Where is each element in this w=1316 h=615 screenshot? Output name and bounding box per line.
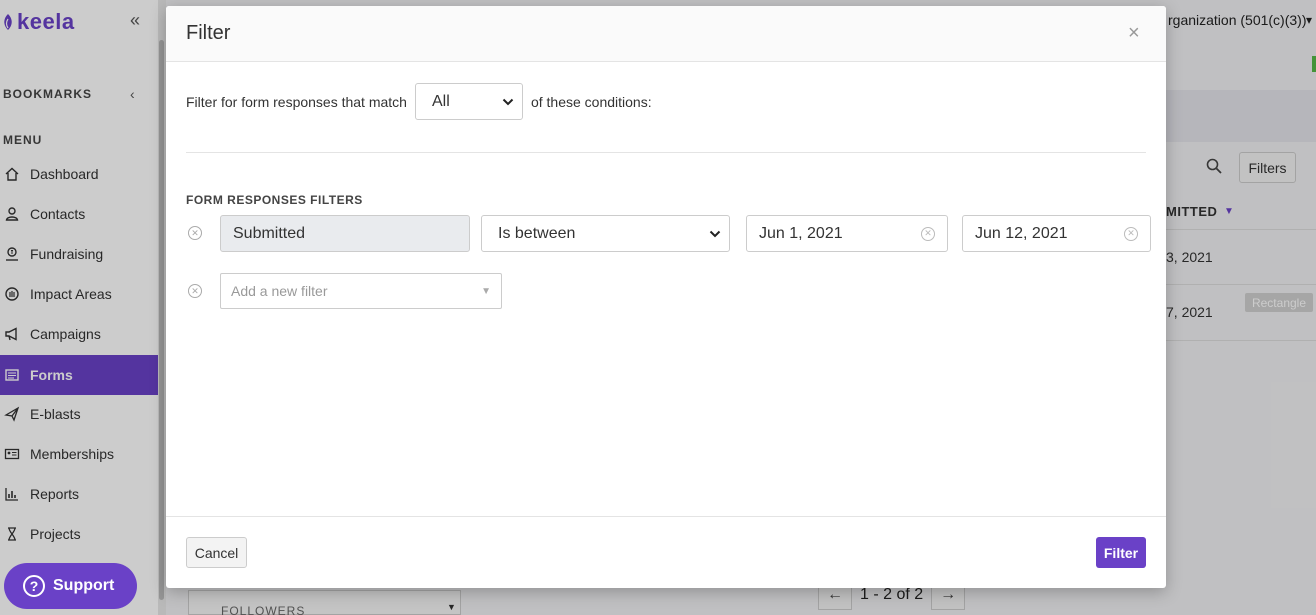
end-date-input[interactable]: Jun 12, 2021 ✕	[962, 215, 1151, 252]
filter-field-value: Submitted	[233, 224, 306, 242]
match-type-value: All	[431, 92, 450, 110]
caret-down-icon: ▼	[481, 285, 491, 297]
start-date-value: Jun 1, 2021	[759, 224, 843, 242]
modal-header	[166, 6, 1166, 62]
question-icon: ?	[23, 575, 45, 597]
chevron-down-icon	[709, 230, 721, 238]
support-button[interactable]: ? Support	[4, 563, 137, 609]
filter-field-select: Submitted	[220, 215, 470, 252]
modal-footer	[166, 516, 1166, 588]
add-filter-placeholder: Add a new filter	[231, 283, 328, 299]
remove-filter-icon[interactable]: ✕	[188, 226, 202, 240]
section-heading: FORM RESPONSES FILTERS	[186, 193, 363, 207]
divider	[186, 152, 1146, 153]
match-prefix-text: Filter for form responses that match	[186, 93, 407, 110]
end-date-value: Jun 12, 2021	[975, 224, 1068, 242]
add-filter-select[interactable]: Add a new filter ▼	[220, 273, 502, 309]
filter-operator-value: Is between	[498, 224, 576, 242]
start-date-input[interactable]: Jun 1, 2021 ✕	[746, 215, 948, 252]
close-icon[interactable]: ×	[1128, 22, 1140, 45]
remove-filter-icon[interactable]: ✕	[188, 284, 202, 298]
clear-icon[interactable]: ✕	[921, 226, 935, 241]
cancel-button[interactable]: Cancel	[186, 537, 247, 568]
clear-icon[interactable]: ✕	[1124, 226, 1138, 241]
filter-modal: Filter × Filter for form responses that …	[166, 6, 1166, 588]
chevron-down-icon	[502, 98, 514, 105]
match-condition-row: Filter for form responses that match All…	[186, 83, 652, 120]
support-label: Support	[53, 577, 115, 594]
match-suffix-text: of these conditions:	[530, 93, 652, 110]
modal-title: Filter	[186, 22, 231, 44]
apply-filter-button[interactable]: Filter	[1096, 537, 1146, 568]
match-type-select[interactable]: All	[414, 83, 523, 120]
filter-operator-select[interactable]: Is between	[481, 215, 730, 252]
